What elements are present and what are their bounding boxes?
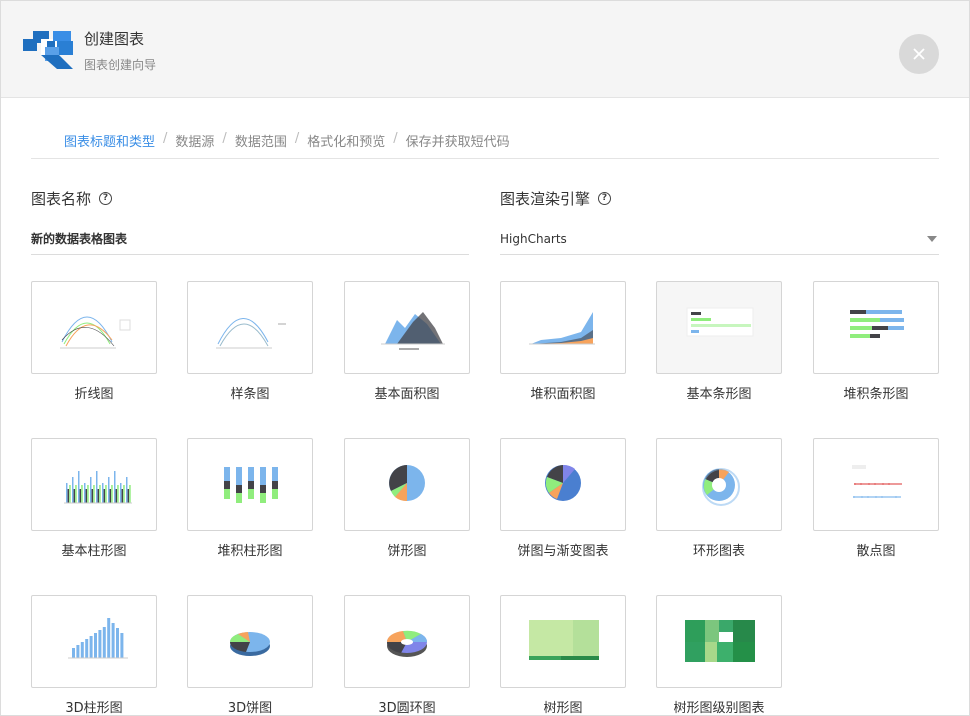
chart-thumbnail [813, 438, 939, 531]
chart-thumbnail [187, 281, 313, 374]
chart-thumbnail [187, 438, 313, 531]
stacked-bar-chart-icon [850, 310, 904, 338]
chart-type-card-3d-column[interactable]: 3D柱形图 [31, 595, 157, 716]
chart-type-card-area[interactable]: 基本面积图 [344, 281, 470, 402]
chart-thumbnail [31, 438, 157, 531]
chart-thumbnail [344, 595, 470, 688]
column-chart-icon [64, 471, 132, 504]
app-logo-icon [23, 31, 73, 69]
chart-thumbnail [31, 281, 157, 374]
chart-thumbnail [656, 281, 782, 374]
chart-type-label: 3D圆环图 [378, 701, 436, 716]
stacked-column-chart-icon [224, 467, 278, 503]
pie-gradient-chart-icon [545, 464, 581, 501]
wizard-step[interactable]: 保存并获取短代码 [406, 131, 510, 150]
chart-thumbnail [344, 438, 470, 531]
close-icon [913, 48, 925, 60]
chart-type-card-treemap[interactable]: 树形图 [500, 595, 626, 716]
chart-name-input[interactable]: 新的数据表格图表 [31, 223, 469, 255]
wizard-step[interactable]: 数据源 [175, 131, 214, 150]
treemap-levels-chart-icon [685, 620, 755, 662]
chart-type-label: 树形图 [543, 701, 583, 716]
chart-type-card-pie-gradient[interactable]: 饼图与渐变图表 [500, 438, 626, 559]
engine-label: 图表渲染引擎 ? [500, 188, 612, 209]
chart-type-label: 环形图表 [692, 544, 745, 559]
chart-thumbnail [813, 281, 939, 374]
wizard-steps: 图表标题和类型 / 数据源 / 数据范围 / 格式化和预览 / 保存并获取短代码 [31, 131, 939, 159]
chart-type-card-scatter[interactable]: 散点图 [813, 438, 939, 559]
stacked-area-chart-icon [529, 312, 595, 345]
chart-name-label: 图表名称 ? [31, 188, 113, 209]
dialog-subtitle: 图表创建向导 [84, 58, 157, 72]
chart-type-label: 样条图 [230, 387, 270, 402]
breadcrumb-separator: / [222, 131, 227, 146]
treemap-chart-icon [529, 620, 599, 660]
breadcrumb-separator: / [294, 131, 300, 146]
chart-type-card-3d-pie[interactable]: 3D饼图 [187, 595, 313, 716]
chart-thumbnail [187, 595, 313, 688]
dialog-header: 创建图表 图表创建向导 [1, 1, 969, 98]
chart-type-card-stacked-column[interactable]: 堆积柱形图 [187, 438, 313, 559]
chart-thumbnail [31, 595, 157, 688]
chart-type-card-column[interactable]: 基本柱形图 [31, 438, 157, 559]
chart-type-card-bar[interactable]: 基本条形图 [656, 281, 782, 402]
3d-pie-chart-icon [229, 632, 270, 656]
wizard-step[interactable]: 格式化和预览 [307, 131, 385, 150]
wizard-step[interactable]: 图表标题和类型 [64, 131, 155, 150]
chart-type-label: 3D饼图 [227, 701, 273, 716]
chart-type-card-pie[interactable]: 饼形图 [344, 438, 470, 559]
chart-type-label: 基本柱形图 [61, 544, 127, 559]
chart-type-label: 饼图与渐变图表 [517, 544, 609, 559]
pie-chart-icon [389, 465, 425, 502]
dialog-title: 创建图表 [84, 30, 145, 48]
chart-type-label: 散点图 [856, 544, 896, 559]
bar-chart-icon [686, 307, 754, 337]
chart-type-card-spline[interactable]: 样条图 [187, 281, 313, 402]
chart-type-card-stacked-bar[interactable]: 堆积条形图 [813, 281, 939, 402]
breadcrumb-separator: / [163, 131, 168, 146]
donut-chart-icon [702, 468, 740, 506]
chart-type-label: 堆积柱形图 [217, 544, 283, 559]
wizard-step[interactable]: 数据范围 [235, 131, 287, 150]
chart-thumbnail [500, 281, 626, 374]
chart-type-label: 堆积面积图 [530, 387, 596, 402]
chart-type-card-line[interactable]: 折线图 [31, 281, 157, 402]
chart-type-label: 堆积条形图 [843, 387, 909, 402]
chevron-down-icon [927, 236, 937, 242]
chart-type-card-stacked-area[interactable]: 堆积面积图 [500, 281, 626, 402]
create-chart-dialog: 创建图表 图表创建向导 图表标题和类型 / 数据源 / 数据范围 / 格式化和预览 / 保存并获… [0, 0, 970, 716]
3d-donut-chart-icon [386, 630, 428, 657]
chart-type-label: 树形图级别图表 [673, 701, 765, 716]
engine-select[interactable]: HighCharts [500, 223, 939, 255]
scatter-chart-icon [852, 465, 902, 498]
area-chart-icon [381, 312, 445, 350]
chart-type-label: 基本条形图 [686, 387, 752, 402]
chart-thumbnail [500, 595, 626, 688]
chart-thumbnail [500, 438, 626, 531]
chart-type-card-3d-donut[interactable]: 3D圆环图 [344, 595, 470, 716]
chart-type-card-donut[interactable]: 环形图表 [656, 438, 782, 559]
chart-type-label: 3D柱形图 [65, 701, 123, 716]
chart-type-label: 基本面积图 [374, 387, 440, 402]
close-button[interactable] [899, 34, 939, 74]
help-icon[interactable]: ? [598, 192, 612, 205]
breadcrumb-separator: / [393, 131, 398, 146]
chart-thumbnail [344, 281, 470, 374]
chart-type-label: 折线图 [74, 387, 114, 402]
spline-chart-icon [216, 318, 286, 349]
chart-type-label: 饼形图 [387, 544, 427, 559]
chart-type-card-treemap-levels[interactable]: 树形图级别图表 [656, 595, 782, 716]
chart-thumbnail [656, 595, 782, 688]
help-icon[interactable]: ? [99, 192, 113, 205]
line-chart-icon [60, 316, 131, 349]
chart-thumbnail [656, 438, 782, 531]
3d-column-chart-icon [68, 618, 128, 659]
